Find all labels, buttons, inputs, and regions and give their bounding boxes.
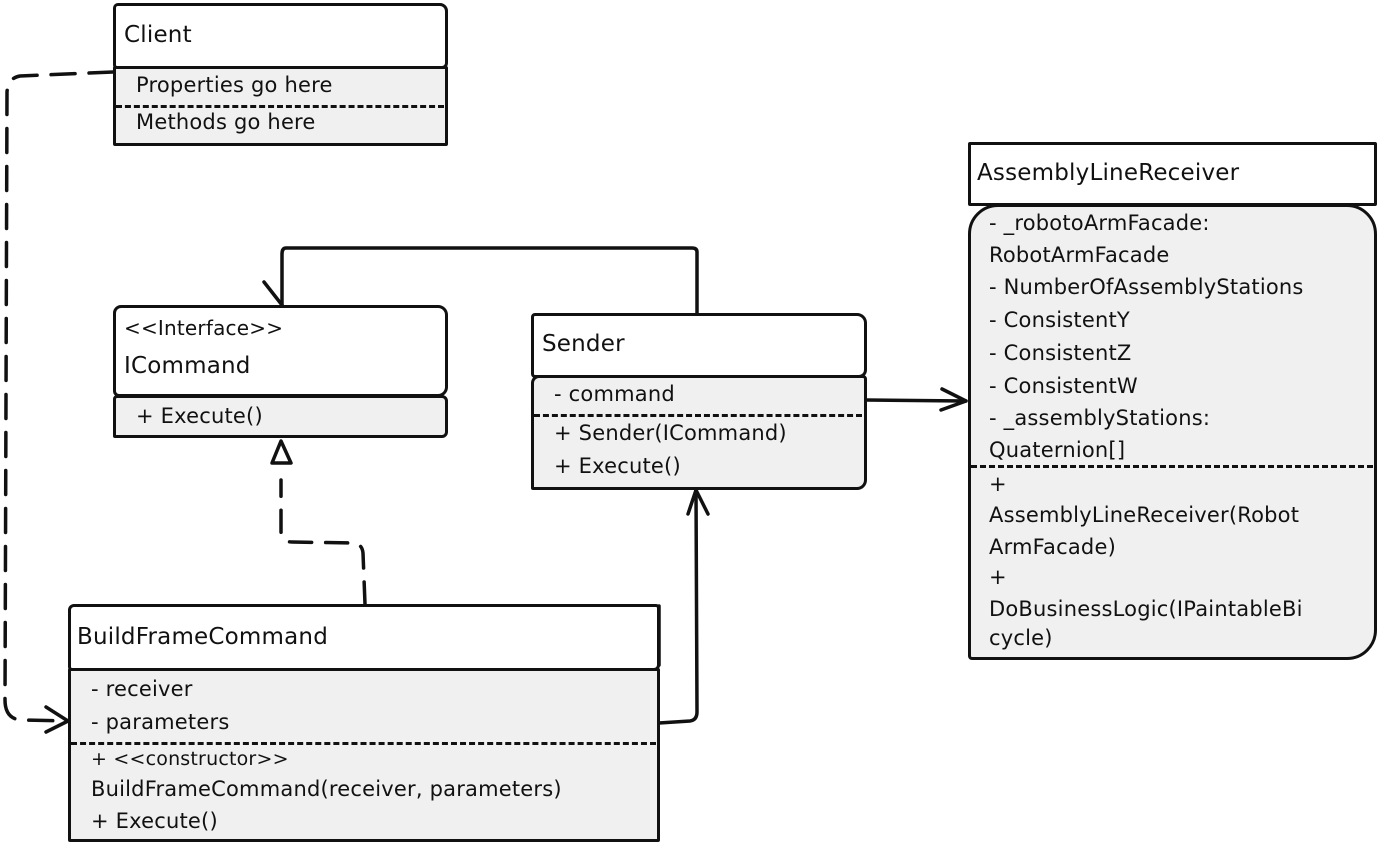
method: + Execute() [91,809,218,833]
section-divider [71,742,656,745]
attribute: Quaternion[] [989,438,1126,462]
attribute: RobotArmFacade [989,243,1170,267]
method: + [989,472,1007,496]
method: cycle) [989,626,1053,650]
class-sender[interactable]: Sender - command + Sender(ICommand) + Ex… [531,313,867,490]
attribute: - ConsistentZ [989,341,1132,365]
class-buildframecommand-header: BuildFrameCommand [68,604,660,671]
method: + Execute() [136,404,263,428]
section-divider [971,465,1373,468]
association-sender-to-receiver [864,398,968,403]
attribute: - command [554,382,675,406]
class-name: Sender [542,331,625,357]
class-name: AssemblyLineReceiver [977,160,1240,186]
stereotype: <<Interface>> [124,316,284,340]
method: + <<constructor>> [91,748,289,770]
class-assemblylinereceiver[interactable]: AssemblyLineReceiver - _robotoArmFacade:… [968,142,1377,660]
class-name: ICommand [124,353,251,379]
method: + [989,565,1007,589]
class-icommand-body: + Execute() [113,395,448,438]
section-divider [116,105,444,108]
attribute: - ConsistentY [989,308,1130,332]
class-assemblylinereceiver-body: - _robotoArmFacade: RobotArmFacade - Num… [968,204,1377,660]
class-name: Client [124,22,192,48]
method: AssemblyLineReceiver(Robot [989,503,1300,527]
class-name: BuildFrameCommand [77,624,329,650]
association-arrowhead-icon [262,280,284,307]
method: DoBusinessLogic(IPaintableBi [989,597,1303,621]
attribute: - ConsistentW [989,374,1138,398]
class-buildframecommand[interactable]: BuildFrameCommand - receiver - parameter… [68,604,660,842]
class-icommand-header: <<Interface>> ICommand [113,305,448,397]
realization-triangle-icon [270,439,293,465]
association-buildframecommand-to-sender [657,488,699,725]
class-client-body: Properties go here Methods go here [113,66,448,146]
attribute: - receiver [91,677,193,701]
class-icommand[interactable]: <<Interface>> ICommand + Execute() [113,305,448,438]
class-sender-header: Sender [531,313,867,378]
realization-buildframecommand-to-icommand [279,478,367,606]
class-buildframecommand-body: - receiver - parameters + <<constructor>… [68,668,660,842]
method: BuildFrameCommand(receiver, parameters) [91,777,562,801]
class-client[interactable]: Client Properties go here Methods go her… [113,3,448,146]
attribute: - NumberOfAssemblyStations [989,275,1304,299]
method: ArmFacade) [989,535,1116,559]
attribute: - _robotoArmFacade: [989,211,1210,235]
method: Methods go here [136,110,316,134]
attribute: Properties go here [136,73,333,97]
method: + Sender(ICommand) [554,421,787,445]
method: + Execute() [554,454,681,478]
class-sender-body: - command + Sender(ICommand) + Execute() [531,375,867,490]
association-arrowhead-icon [686,488,710,516]
section-divider [534,414,862,417]
attribute: - parameters [91,710,230,734]
attribute: - _assemblyStations: [989,406,1211,430]
class-client-header: Client [113,3,448,69]
class-assemblylinereceiver-header: AssemblyLineReceiver [968,142,1377,206]
